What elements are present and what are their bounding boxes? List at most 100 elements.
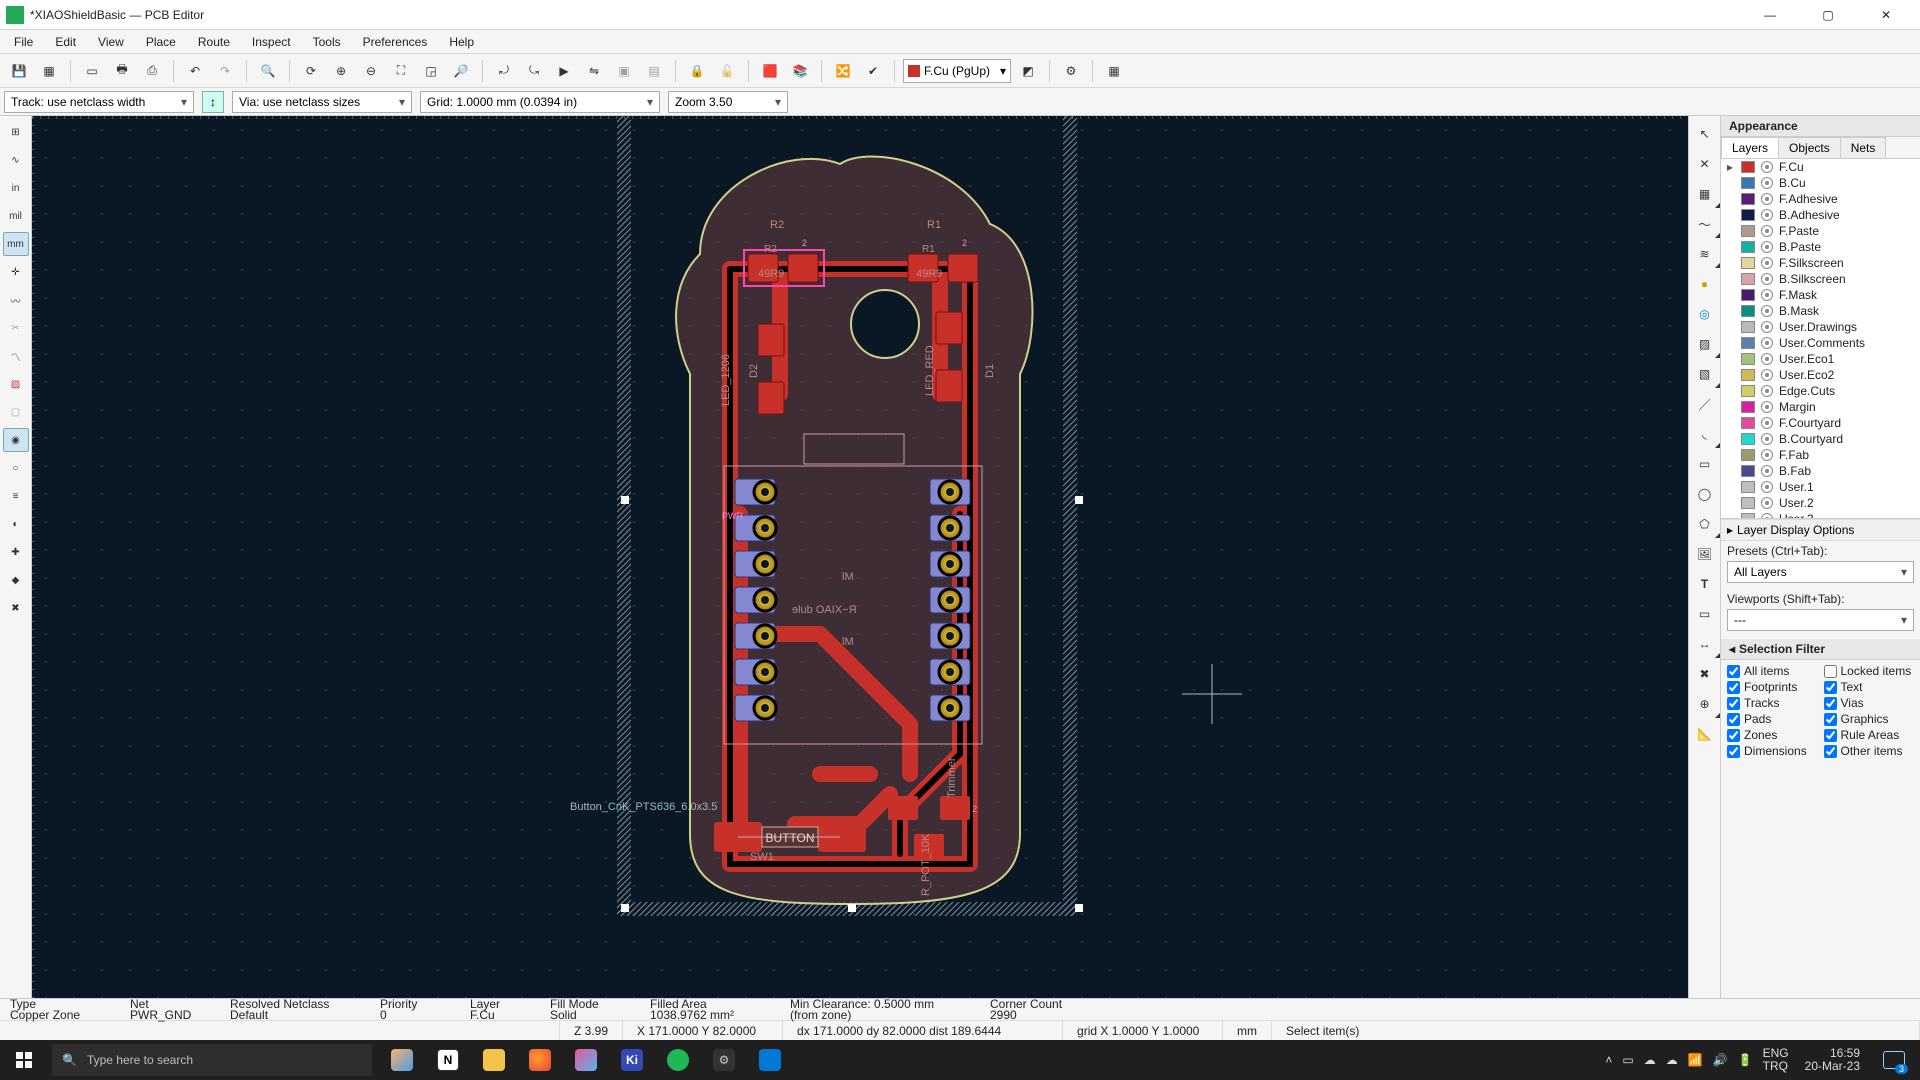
tray-battery-icon[interactable]: 🔋 <box>1738 1053 1753 1067</box>
taskbar-app-vscode[interactable] <box>750 1040 790 1080</box>
menu-file[interactable]: File <box>4 33 43 51</box>
layer-row[interactable]: B.Fab <box>1721 463 1920 479</box>
group-icon[interactable]: ▣ <box>611 58 637 84</box>
layer-row[interactable]: Edge.Cuts <box>1721 383 1920 399</box>
layer-row[interactable]: B.Silkscreen <box>1721 271 1920 287</box>
eye-icon[interactable] <box>1761 385 1773 397</box>
print-icon[interactable]: 🖶 <box>109 58 135 84</box>
flip-h-icon[interactable]: ▶ <box>551 58 577 84</box>
layer-list[interactable]: ▸F.CuB.CuF.AdhesiveB.AdhesiveF.PasteB.Pa… <box>1721 159 1920 519</box>
tray-onedrive-icon[interactable]: ☁ <box>1644 1053 1656 1067</box>
layer-row[interactable]: B.Cu <box>1721 175 1920 191</box>
taskbar-app-explorer[interactable] <box>474 1040 514 1080</box>
filter-footprints[interactable]: Footprints <box>1727 680 1818 694</box>
zoom-dropdown[interactable]: Zoom 3.50 ▾ <box>668 91 788 113</box>
selection-handle[interactable] <box>1075 496 1083 504</box>
auto-track-width-toggle[interactable]: ↕ <box>202 91 224 113</box>
save-icon[interactable]: 💾 <box>6 58 32 84</box>
zoom-selection-icon[interactable]: ◲ <box>418 58 444 84</box>
eye-icon[interactable] <box>1761 241 1773 253</box>
tray-weather-icon[interactable]: ☁ <box>1666 1053 1678 1067</box>
tray-notifications[interactable]: 3 <box>1876 1040 1912 1080</box>
active-layer-dropdown[interactable]: F.Cu (PgUp) ▾ <box>903 59 1011 83</box>
plot-icon[interactable]: ⎙ <box>139 58 165 84</box>
filter-all-items[interactable]: All items <box>1727 664 1818 678</box>
add-dimension-icon[interactable]: ↔ <box>1692 632 1718 656</box>
eye-icon[interactable] <box>1761 273 1773 285</box>
filter-graphics[interactable]: Graphics <box>1824 712 1915 726</box>
window-close-button[interactable]: ✕ <box>1866 8 1906 22</box>
rotate-cw-icon[interactable]: ⤿ <box>521 58 547 84</box>
selection-handle[interactable] <box>848 904 856 912</box>
menu-preferences[interactable]: Preferences <box>353 33 438 51</box>
zoom-fit-icon[interactable]: ⛶ <box>388 58 414 84</box>
cursor-shape-icon[interactable]: ✛ <box>3 260 29 284</box>
window-maximize-button[interactable]: ▢ <box>1808 8 1848 22</box>
net-highlight-icon[interactable]: 〽 <box>3 344 29 368</box>
filter-vias[interactable]: Vias <box>1824 696 1915 710</box>
layer-row[interactable]: User.2 <box>1721 495 1920 511</box>
ungroup-icon[interactable]: ▤ <box>641 58 667 84</box>
layer-row[interactable]: F.Courtyard <box>1721 415 1920 431</box>
eye-icon[interactable] <box>1761 161 1773 173</box>
draw-polygon-icon[interactable]: ⬠ <box>1692 512 1718 536</box>
filter-other-items[interactable]: Other items <box>1824 744 1915 758</box>
add-zone-icon[interactable]: ▨ <box>1692 332 1718 356</box>
layer-row[interactable]: B.Courtyard <box>1721 431 1920 447</box>
eye-icon[interactable] <box>1761 209 1773 221</box>
zone-fill-toggle-icon[interactable]: ▨ <box>3 372 29 396</box>
layer-row[interactable]: User.Eco2 <box>1721 367 1920 383</box>
tune-length-icon[interactable]: ● <box>1692 272 1718 296</box>
redo-icon[interactable]: ↷ <box>212 58 238 84</box>
zoom-out-icon[interactable]: ⊖ <box>358 58 384 84</box>
eye-icon[interactable] <box>1761 449 1773 461</box>
layer-row[interactable]: F.Mask <box>1721 287 1920 303</box>
pcb-canvas[interactable]: BUTTON R2 R1 R2 R1 2 2 49R9 49R9 LED_120… <box>32 116 1688 998</box>
select-tool-icon[interactable]: ↖ <box>1692 122 1718 146</box>
tray-language[interactable]: ENGTRQ <box>1763 1047 1789 1073</box>
net-color-icon[interactable]: ✚ <box>3 540 29 564</box>
draw-circle-icon[interactable]: ◯ <box>1692 482 1718 506</box>
menu-view[interactable]: View <box>88 33 134 51</box>
units-mm-button[interactable]: mm <box>3 232 29 256</box>
layer-row[interactable]: User.Eco1 <box>1721 351 1920 367</box>
eye-icon[interactable] <box>1761 353 1773 365</box>
zoom-refresh-icon[interactable]: ⟳ <box>298 58 324 84</box>
layer-row[interactable]: F.Paste <box>1721 223 1920 239</box>
filter-pads[interactable]: Pads <box>1727 712 1818 726</box>
zoom-in-icon[interactable]: ⊕ <box>328 58 354 84</box>
layer-row[interactable]: B.Adhesive <box>1721 207 1920 223</box>
show-properties-icon[interactable]: ▦ <box>1101 58 1127 84</box>
layer-row[interactable]: F.Adhesive <box>1721 191 1920 207</box>
grid-dropdown[interactable]: Grid: 1.0000 mm (0.0394 in) ▾ <box>420 91 660 113</box>
eye-icon[interactable] <box>1761 465 1773 477</box>
menu-tools[interactable]: Tools <box>303 33 351 51</box>
eye-icon[interactable] <box>1761 305 1773 317</box>
layer-row[interactable]: F.Fab <box>1721 447 1920 463</box>
tray-chevron-icon[interactable]: ˄ <box>1605 1053 1612 1067</box>
taskbar-app-firefox[interactable] <box>520 1040 560 1080</box>
drc-icon[interactable]: ✔ <box>860 58 886 84</box>
menu-place[interactable]: Place <box>136 33 186 51</box>
layer-row[interactable]: User.1 <box>1721 479 1920 495</box>
eye-icon[interactable] <box>1761 337 1773 349</box>
add-text-icon[interactable]: T <box>1692 572 1718 596</box>
layer-row[interactable]: User.3 <box>1721 511 1920 519</box>
tray-meet-icon[interactable]: ▭ <box>1622 1053 1633 1067</box>
rotate-ccw-icon[interactable]: ⤾ <box>491 58 517 84</box>
layer-row[interactable]: ▸F.Cu <box>1721 159 1920 175</box>
tray-clock[interactable]: 16:5920-Mar-23 <box>1799 1047 1866 1073</box>
units-mil-button[interactable]: mil <box>3 204 29 228</box>
eye-icon[interactable] <box>1761 481 1773 493</box>
filter-tracks[interactable]: Tracks <box>1727 696 1818 710</box>
board-setup-icon[interactable]: ▦ <box>36 58 62 84</box>
presets-dropdown[interactable]: All Layers▾ <box>1727 561 1914 583</box>
mirror-icon[interactable]: ⇋ <box>581 58 607 84</box>
lock-icon[interactable]: 🔒 <box>684 58 710 84</box>
layer-display-options-expander[interactable]: ▸Layer Display Options <box>1721 519 1920 541</box>
taskbar-app-paint[interactable] <box>566 1040 606 1080</box>
highlight-net-icon[interactable]: ✕ <box>1692 152 1718 176</box>
units-in-button[interactable]: in <box>3 176 29 200</box>
eye-icon[interactable] <box>1761 177 1773 189</box>
layer-row[interactable]: Margin <box>1721 399 1920 415</box>
